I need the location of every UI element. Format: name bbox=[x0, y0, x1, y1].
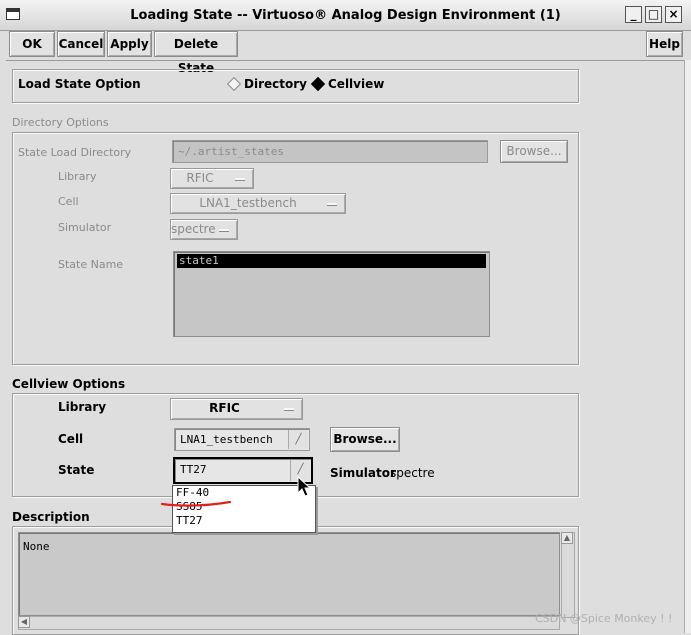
description-text: None bbox=[23, 540, 50, 553]
dir-cell-value: LNA1_testbench bbox=[199, 196, 297, 210]
apply-button[interactable]: Apply bbox=[107, 31, 152, 57]
directory-browse-button[interactable]: Browse... bbox=[500, 140, 568, 163]
dir-library-value: RFIC bbox=[186, 171, 214, 185]
cv-state-label: State bbox=[58, 463, 95, 477]
window-right-edge bbox=[684, 60, 691, 633]
state-name-list[interactable]: state1 bbox=[173, 251, 490, 337]
dir-cell-label: Cell bbox=[58, 195, 79, 208]
dir-library-dropdown[interactable]: RFIC bbox=[170, 168, 254, 189]
cv-state-value: TT27 bbox=[180, 463, 207, 476]
chevron-down-icon bbox=[219, 229, 229, 232]
cv-library-value: RFIC bbox=[209, 401, 240, 415]
description-textarea[interactable]: None bbox=[18, 532, 560, 616]
state-name-label: State Name bbox=[58, 258, 124, 271]
dir-simulator-label: Simulator bbox=[58, 221, 112, 234]
chevron-down-icon[interactable]: ╱ bbox=[288, 430, 308, 449]
mouse-cursor-icon bbox=[297, 476, 312, 497]
state-load-directory-input[interactable]: ~/.artist_states bbox=[172, 140, 488, 163]
ok-button[interactable]: OK bbox=[9, 31, 55, 57]
description-heading: Description bbox=[12, 510, 90, 524]
toolbar-separator bbox=[6, 60, 686, 61]
cv-cell-label: Cell bbox=[58, 432, 84, 446]
state-load-directory-label: State Load Directory bbox=[18, 146, 132, 159]
window-title: Loading State -- Virtuoso® Analog Design… bbox=[130, 8, 561, 23]
cancel-button[interactable]: Cancel bbox=[57, 31, 105, 57]
dir-cell-dropdown[interactable]: LNA1_testbench bbox=[170, 193, 346, 214]
state-name-item[interactable]: state1 bbox=[177, 254, 486, 268]
cellview-options-heading: Cellview Options bbox=[12, 377, 126, 391]
chevron-down-icon bbox=[284, 408, 294, 411]
scroll-left-icon[interactable]: ◀ bbox=[18, 616, 30, 628]
dir-simulator-dropdown[interactable]: spectre bbox=[170, 219, 238, 240]
maximize-button[interactable]: □ bbox=[645, 6, 662, 23]
cv-cell-combo[interactable]: LNA1_testbench ╱ bbox=[174, 428, 310, 451]
cellview-radio-label[interactable]: Cellview bbox=[328, 77, 384, 91]
cv-library-dropdown[interactable]: RFIC bbox=[170, 398, 303, 420]
cv-state-combo[interactable]: TT27 ╱ bbox=[173, 457, 313, 484]
chevron-down-icon bbox=[235, 178, 245, 181]
watermark-text: CSDN @Spice Monkey ! ! bbox=[535, 612, 673, 625]
dir-library-label: Library bbox=[58, 170, 97, 183]
delete-state-button[interactable]: Delete State bbox=[154, 31, 238, 75]
help-button[interactable]: Help bbox=[646, 31, 683, 57]
state-option-tt27[interactable]: TT27 bbox=[173, 514, 315, 528]
close-button[interactable]: × bbox=[665, 6, 682, 23]
description-hscrollbar[interactable]: ◀ bbox=[18, 616, 560, 630]
cv-browse-button[interactable]: Browse... bbox=[330, 427, 400, 452]
cv-simulator-label: Simulator bbox=[330, 466, 396, 480]
cv-simulator-value: spectre bbox=[390, 466, 435, 480]
description-scrollbar[interactable]: ▲ bbox=[561, 532, 575, 618]
directory-options-heading: Directory Options bbox=[12, 116, 109, 129]
minimize-button[interactable]: _ bbox=[625, 6, 642, 23]
directory-radio-label[interactable]: Directory bbox=[244, 77, 307, 91]
load-state-option-label: Load State Option bbox=[18, 77, 141, 91]
chevron-down-icon bbox=[327, 203, 337, 206]
scroll-up-icon[interactable]: ▲ bbox=[561, 532, 573, 544]
annotation-underline bbox=[160, 500, 232, 507]
red-underline-stroke bbox=[160, 500, 232, 507]
cv-cell-value: LNA1_testbench bbox=[180, 433, 273, 446]
cv-library-label: Library bbox=[58, 400, 107, 414]
